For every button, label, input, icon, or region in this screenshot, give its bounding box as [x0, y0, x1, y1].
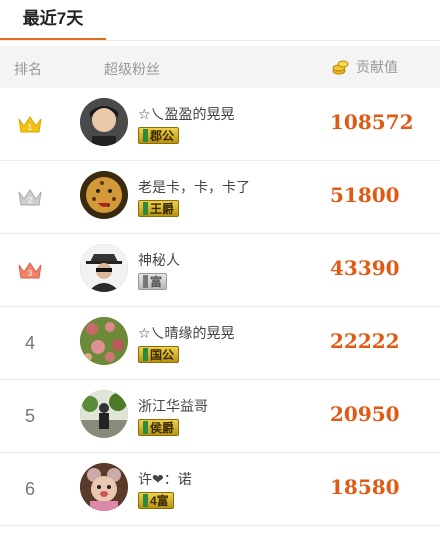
- list-item[interactable]: 2 老是卡，卡，卡了 王爵 51800: [0, 161, 440, 234]
- rank-cell: 2: [0, 161, 60, 233]
- header-contribution-label: 贡献值: [356, 59, 398, 75]
- contribution-value: 43390: [330, 256, 400, 280]
- rank-number: 2: [28, 196, 33, 205]
- fan-name[interactable]: 老是卡，卡，卡了: [138, 177, 250, 197]
- ranking-list: 1 ☆乀盈盈的晃晃 郡公 108572 2 老是卡，卡，卡了 王爵 51800 …: [0, 88, 440, 526]
- rank-badge: 侯爵: [138, 419, 180, 436]
- list-item[interactable]: 4 ☆乀晴缘的晃晃 国公 22222: [0, 307, 440, 380]
- rank-badge: 郡公: [138, 127, 180, 144]
- avatar[interactable]: [80, 317, 128, 365]
- fan-name[interactable]: 浙江华益哥: [138, 396, 208, 416]
- fan-name[interactable]: ☆乀晴缘的晃晃: [138, 323, 235, 343]
- list-item[interactable]: 1 ☆乀盈盈的晃晃 郡公 108572: [0, 88, 440, 161]
- header-contribution: 贡献值: [332, 57, 398, 77]
- rank-cell: 5: [0, 380, 60, 452]
- table-header: 排名 超级粉丝 贡献值: [0, 46, 440, 88]
- coin-stack-icon: [332, 60, 349, 75]
- avatar[interactable]: [80, 244, 128, 292]
- contribution-value: 18580: [330, 475, 400, 499]
- avatar[interactable]: [80, 390, 128, 438]
- crown-silver-icon: 2: [18, 189, 42, 206]
- rank-badge: 4富: [138, 492, 174, 509]
- header-fans: 超级粉丝: [104, 61, 160, 77]
- rank-number: 3: [28, 269, 33, 278]
- fan-name[interactable]: 许❤：诺: [138, 469, 192, 489]
- tab-recent-7-days[interactable]: 最近7天: [0, 0, 106, 40]
- rank-cell: 4: [0, 307, 60, 379]
- list-item[interactable]: 3 神秘人 富 43390: [0, 234, 440, 307]
- fan-name[interactable]: ☆乀盈盈的晃晃: [138, 104, 235, 124]
- tab-bar: 最近7天: [0, 0, 440, 41]
- avatar[interactable]: [80, 171, 128, 219]
- contribution-value: 108572: [330, 110, 414, 134]
- rank-badge: 王爵: [138, 200, 180, 217]
- list-item[interactable]: 5 浙江华益哥 侯爵 20950: [0, 380, 440, 453]
- crown-gold-icon: 1: [18, 116, 42, 133]
- rank-cell: 1: [0, 88, 60, 160]
- rank-number: 4: [24, 332, 35, 353]
- rank-number: 5: [24, 405, 35, 426]
- list-item[interactable]: 6 许❤：诺 4富 18580: [0, 453, 440, 526]
- contribution-value: 51800: [330, 183, 400, 207]
- contribution-value: 22222: [330, 329, 400, 353]
- fan-name[interactable]: 神秘人: [138, 250, 180, 270]
- crown-bronze-icon: 3: [18, 262, 42, 279]
- rank-cell: 3: [0, 234, 60, 306]
- rank-number: 6: [24, 478, 35, 499]
- rank-badge: 富: [138, 273, 168, 290]
- header-rank: 排名: [14, 61, 42, 77]
- contribution-value: 20950: [330, 402, 400, 426]
- avatar[interactable]: [80, 463, 128, 511]
- avatar[interactable]: [80, 98, 128, 146]
- rank-badge: 国公: [138, 346, 180, 363]
- rank-cell: 6: [0, 453, 60, 525]
- rank-number: 1: [28, 123, 33, 132]
